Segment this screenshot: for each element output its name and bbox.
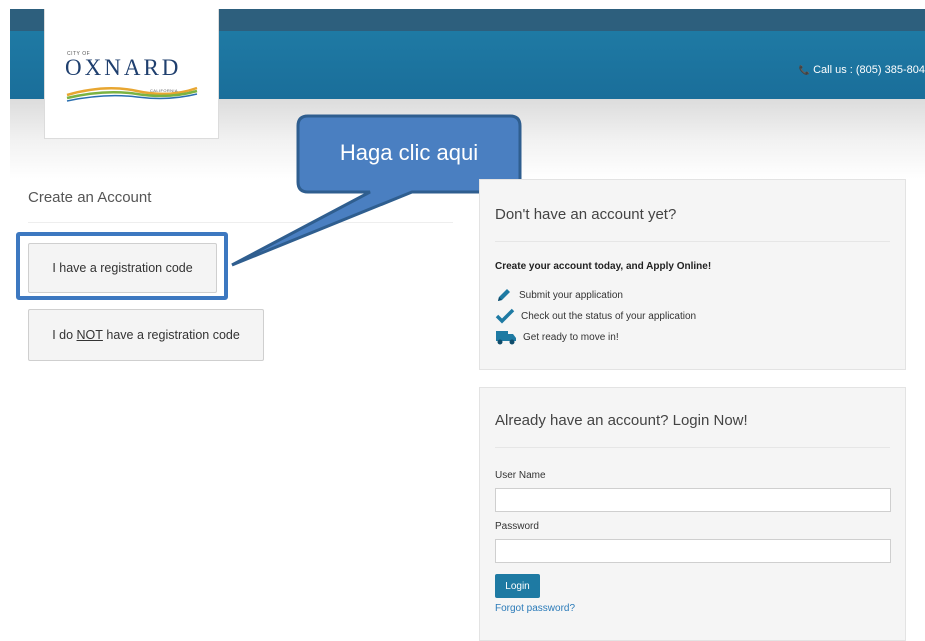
username-input[interactable] <box>495 488 891 512</box>
password-input[interactable] <box>495 539 891 563</box>
feature-item: Submit your application <box>495 286 623 304</box>
feature-text: Submit your application <box>519 289 623 301</box>
password-label: Password <box>495 521 539 532</box>
truck-icon <box>496 331 516 345</box>
signup-panel: Don't have an account yet? Create your a… <box>479 179 906 370</box>
login-panel-title: Already have an account? Login Now! <box>495 412 748 429</box>
pencil-icon <box>498 289 510 301</box>
feature-item: Check out the status of your application <box>495 307 696 325</box>
feature-text: Check out the status of your application <box>521 310 697 322</box>
divider <box>495 447 890 448</box>
feature-item: Get ready to move in! <box>495 328 619 346</box>
divider <box>495 241 890 242</box>
username-label: User Name <box>495 470 546 481</box>
forgot-password-link[interactable]: Forgot password? <box>495 603 575 614</box>
callout-text: Haga clic aqui <box>339 140 479 165</box>
signup-panel-title: Don't have an account yet? <box>495 206 677 223</box>
signup-lead-text: Create your account today, and Apply Onl… <box>495 261 712 272</box>
login-panel: Already have an account? Login Now! User… <box>479 387 906 641</box>
feature-text: Get ready to move in! <box>523 331 619 343</box>
login-button[interactable]: Login <box>495 574 540 598</box>
checkmark-icon <box>495 308 515 324</box>
